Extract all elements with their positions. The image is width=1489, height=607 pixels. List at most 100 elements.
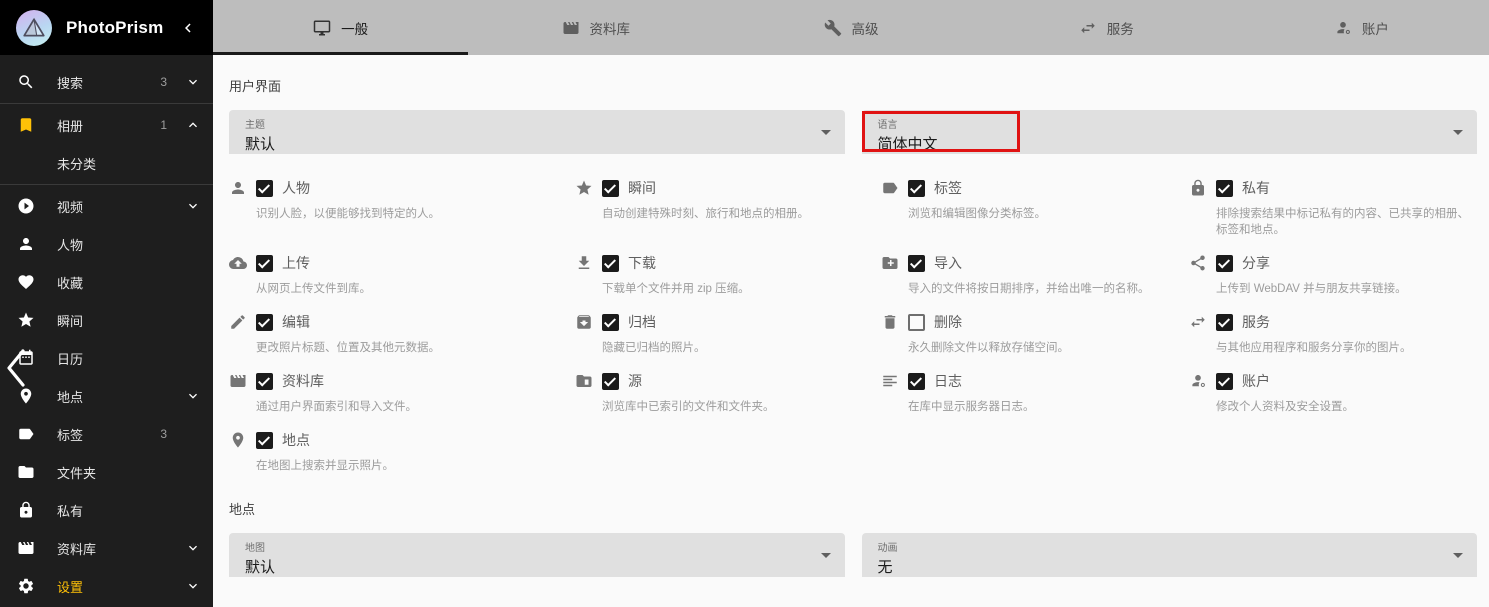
checkbox-编辑[interactable] [256,314,273,331]
cloud-upload-icon-wrap [229,254,247,272]
log-icon [881,372,899,390]
tab-label: 服务 [1107,18,1134,38]
feature-description: 下载单个文件并用 zip 压缩。 [602,280,881,296]
feature-row: 归档 [575,312,881,332]
feature-日志: 日志在库中显示服务器日志。 [881,371,1189,414]
swap-horizontal-icon [1079,19,1097,37]
folder-file-icon [575,372,593,390]
checkbox-下载[interactable] [602,255,619,272]
archive-icon-wrap [575,313,593,331]
sidebar-item-person[interactable]: 人物 [0,225,213,263]
feature-description: 永久删除文件以释放存储空间。 [908,339,1189,355]
sidebar-item-label: 搜索 [57,73,83,92]
tab-账户[interactable]: 账户 [1234,0,1489,55]
prism-triangle-icon [21,15,47,41]
sidebar-item-tag[interactable]: 标签 3 [0,415,213,453]
feature-description: 与其他应用程序和服务分享你的图片。 [1216,339,1477,355]
chevron-down-icon-wrap[interactable] [185,198,201,214]
film-library-icon-wrap [16,539,36,557]
theme-select-label: 主题 [245,116,829,131]
trash-icon [881,313,899,331]
feature-description: 修改个人资料及安全设置。 [1216,398,1477,414]
sidebar-item-bookmark[interactable]: 相册1 [0,106,213,144]
chevron-down-icon-wrap[interactable] [185,578,201,594]
feature-私有: 私有排除搜索结果中标记私有的内容、已共享的相册、标签和地点。 [1189,178,1477,237]
chevron-up-icon-wrap[interactable] [185,117,201,133]
count-badge: 3 [160,427,167,441]
language-select[interactable]: 语言 简体中文 [862,110,1478,154]
tab-label: 账户 [1362,18,1389,38]
feature-标签: 标签浏览和编辑图像分类标签。 [881,178,1189,237]
star-icon [575,179,593,197]
checkbox-资料库[interactable] [256,373,273,390]
checkbox-账户[interactable] [1216,373,1233,390]
feature-label: 归档 [628,312,656,332]
chevron-down-icon-wrap[interactable] [185,388,201,404]
feature-description: 自动创建特殊时刻、旅行和地点的相册。 [602,205,881,221]
photoprism-app: PhotoPrism 搜索3相册1未分类视频人物收藏瞬间日历地点标签3文件夹私有… [0,0,1489,607]
tab-一般[interactable]: 一般 [213,0,468,55]
checkbox-删除[interactable] [908,314,925,331]
sidebar-item-label: 标签 [57,425,83,444]
sidebar-item-film-library[interactable]: 资料库 [0,529,213,567]
checkbox-地点[interactable] [256,432,273,449]
chevron-down-icon [185,388,201,404]
sidebar-item-lock[interactable]: 私有 [0,491,213,529]
feature-description: 上传到 WebDAV 并与朋友共享链接。 [1216,280,1477,296]
feature-description: 通过用户界面索引和导入文件。 [256,398,575,414]
sidebar-item-star[interactable]: 瞬间 [0,301,213,339]
checkbox-服务[interactable] [1216,314,1233,331]
sidebar-item-gear[interactable]: 设置 [0,567,213,605]
chevron-down-icon-wrap[interactable] [185,540,201,556]
feature-row: 分享 [1189,253,1477,273]
feature-编辑: 编辑更改照片标题、位置及其他元数据。 [229,312,575,355]
feature-description: 浏览库中已索引的文件和文件夹。 [602,398,881,414]
account-key-icon [1189,372,1207,390]
checkbox-私有[interactable] [1216,180,1233,197]
checkbox-源[interactable] [602,373,619,390]
checkbox-瞬间[interactable] [602,180,619,197]
feature-row: 源 [575,371,881,391]
sidebar-item-map-marker[interactable]: 地点 [0,377,213,415]
feature-row: 标签 [881,178,1189,198]
checkbox-日志[interactable] [908,373,925,390]
tab-资料库[interactable]: 资料库 [468,0,723,55]
checkbox-人物[interactable] [256,180,273,197]
lock-icon-wrap [16,501,36,519]
chevron-down-icon [1453,130,1463,135]
feature-description: 更改照片标题、位置及其他元数据。 [256,339,575,355]
feature-删除: 删除永久删除文件以释放存储空间。 [881,312,1189,355]
checkbox-分享[interactable] [1216,255,1233,272]
sidebar-item-play-circle[interactable]: 视频 [0,187,213,225]
sidebar-collapse-button[interactable] [179,19,197,37]
theme-select-value: 默认 [245,133,829,154]
checkbox-上传[interactable] [256,255,273,272]
tab-服务[interactable]: 服务 [979,0,1234,55]
theme-select[interactable]: 主题 默认 [229,110,845,154]
chevron-down-icon [821,553,831,558]
sidebar-item-search[interactable]: 搜索3 [0,63,213,101]
feature-label: 删除 [934,312,962,332]
feature-label: 分享 [1242,253,1270,273]
gear-icon [17,577,35,595]
tag-icon [881,179,899,197]
sidebar-item-calendar[interactable]: 日历 [0,339,213,377]
person-icon [17,235,35,253]
checkbox-归档[interactable] [602,314,619,331]
chevron-down-icon-wrap[interactable] [185,74,201,90]
tab-高级[interactable]: 高级 [723,0,978,55]
feature-label: 私有 [1242,178,1270,198]
heart-icon-wrap [16,273,36,291]
sidebar-item-sub-未分类[interactable]: 未分类 [0,144,213,182]
animation-select-label: 动画 [878,539,1462,554]
sidebar-item-heart[interactable]: 收藏 [0,263,213,301]
sidebar-item-folder[interactable]: 文件夹 [0,453,213,491]
checkbox-标签[interactable] [908,180,925,197]
feature-地点: 地点在地图上搜索并显示照片。 [229,430,575,473]
animation-select[interactable]: 动画 无 [862,533,1478,577]
feature-源: 源浏览库中已索引的文件和文件夹。 [575,371,881,414]
checkbox-导入[interactable] [908,255,925,272]
map-select[interactable]: 地图 默认 [229,533,845,577]
sidebar-item-label: 资料库 [57,539,96,558]
person-icon [229,179,247,197]
